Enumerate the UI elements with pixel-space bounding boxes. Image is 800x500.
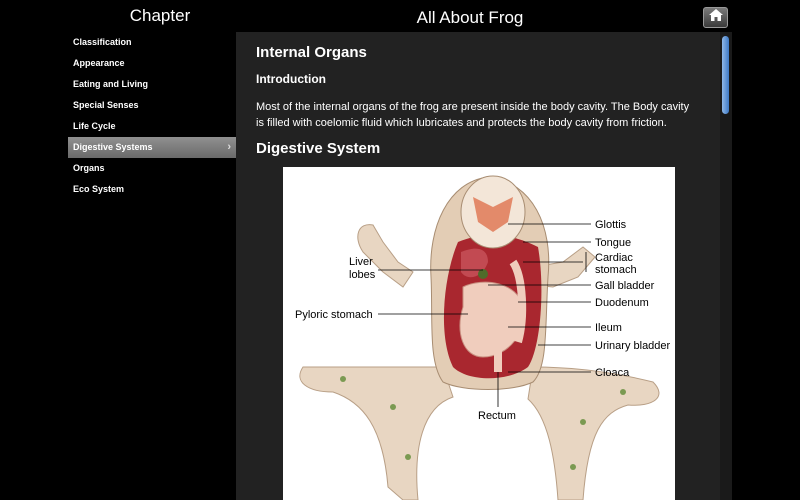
- label-rectum: Rectum: [478, 410, 516, 422]
- label-gall-bladder: Gall bladder: [595, 280, 655, 292]
- sidebar-item-organs[interactable]: Organs: [68, 158, 236, 179]
- label-cardiac-1: Cardiac: [595, 252, 633, 264]
- section-subheading: Introduction: [256, 72, 326, 86]
- chevron-right-icon: ›: [227, 141, 231, 153]
- label-duodenum: Duodenum: [595, 297, 649, 309]
- label-liver-lobes-1: Liver: [349, 256, 373, 268]
- section-heading: Digestive System: [256, 140, 381, 157]
- sidebar-item-eating-and-living[interactable]: Eating and Living: [68, 74, 236, 95]
- sidebar-item-classification[interactable]: Classification: [68, 32, 236, 53]
- sidebar-item-special-senses[interactable]: Special Senses: [68, 95, 236, 116]
- sidebar-title: Chapter: [129, 6, 191, 25]
- page-title: Internal Organs: [256, 44, 367, 61]
- sidebar-item-appearance[interactable]: Appearance: [68, 53, 236, 74]
- label-ileum: Ileum: [595, 322, 622, 334]
- sidebar-item-label: Eco System: [73, 184, 125, 194]
- label-cloaca: Cloaca: [595, 367, 630, 379]
- home-icon: [708, 8, 724, 27]
- label-tongue: Tongue: [595, 237, 631, 249]
- label-cardiac-2: stomach: [595, 264, 637, 276]
- sidebar-item-eco-system[interactable]: Eco System: [68, 179, 236, 200]
- home-button[interactable]: [703, 7, 728, 28]
- digestive-system-figure: Glottis Tongue Liver lobes Cardiac stoma…: [283, 167, 675, 500]
- sidebar-item-label: Classification: [73, 37, 132, 47]
- sidebar-item-label: Digestive Systems: [73, 142, 153, 152]
- label-pyloric-stomach: Pyloric stomach: [295, 309, 373, 321]
- label-liver-lobes-2: lobes: [349, 269, 376, 281]
- sidebar-item-life-cycle[interactable]: Life Cycle: [68, 116, 236, 137]
- chapter-sidebar: Classification Appearance Eating and Liv…: [68, 32, 236, 200]
- label-glottis: Glottis: [595, 219, 627, 231]
- top-bar: Chapter All About Frog: [0, 0, 800, 32]
- sidebar-item-label: Eating and Living: [73, 79, 149, 89]
- intro-paragraph: Most of the internal organs of the frog …: [256, 101, 690, 129]
- app-title: All About Frog: [416, 8, 524, 27]
- scrollbar-thumb[interactable]: [722, 36, 729, 114]
- sidebar-item-label: Organs: [73, 163, 105, 173]
- sidebar-item-digestive-systems[interactable]: Digestive Systems ›: [68, 137, 236, 158]
- sidebar-item-label: Life Cycle: [73, 121, 116, 131]
- sidebar-item-label: Appearance: [73, 58, 125, 68]
- content-pane[interactable]: Internal Organs Introduction Most of the…: [236, 32, 720, 500]
- label-urinary-bladder: Urinary bladder: [595, 340, 671, 352]
- sidebar-item-label: Special Senses: [73, 100, 139, 110]
